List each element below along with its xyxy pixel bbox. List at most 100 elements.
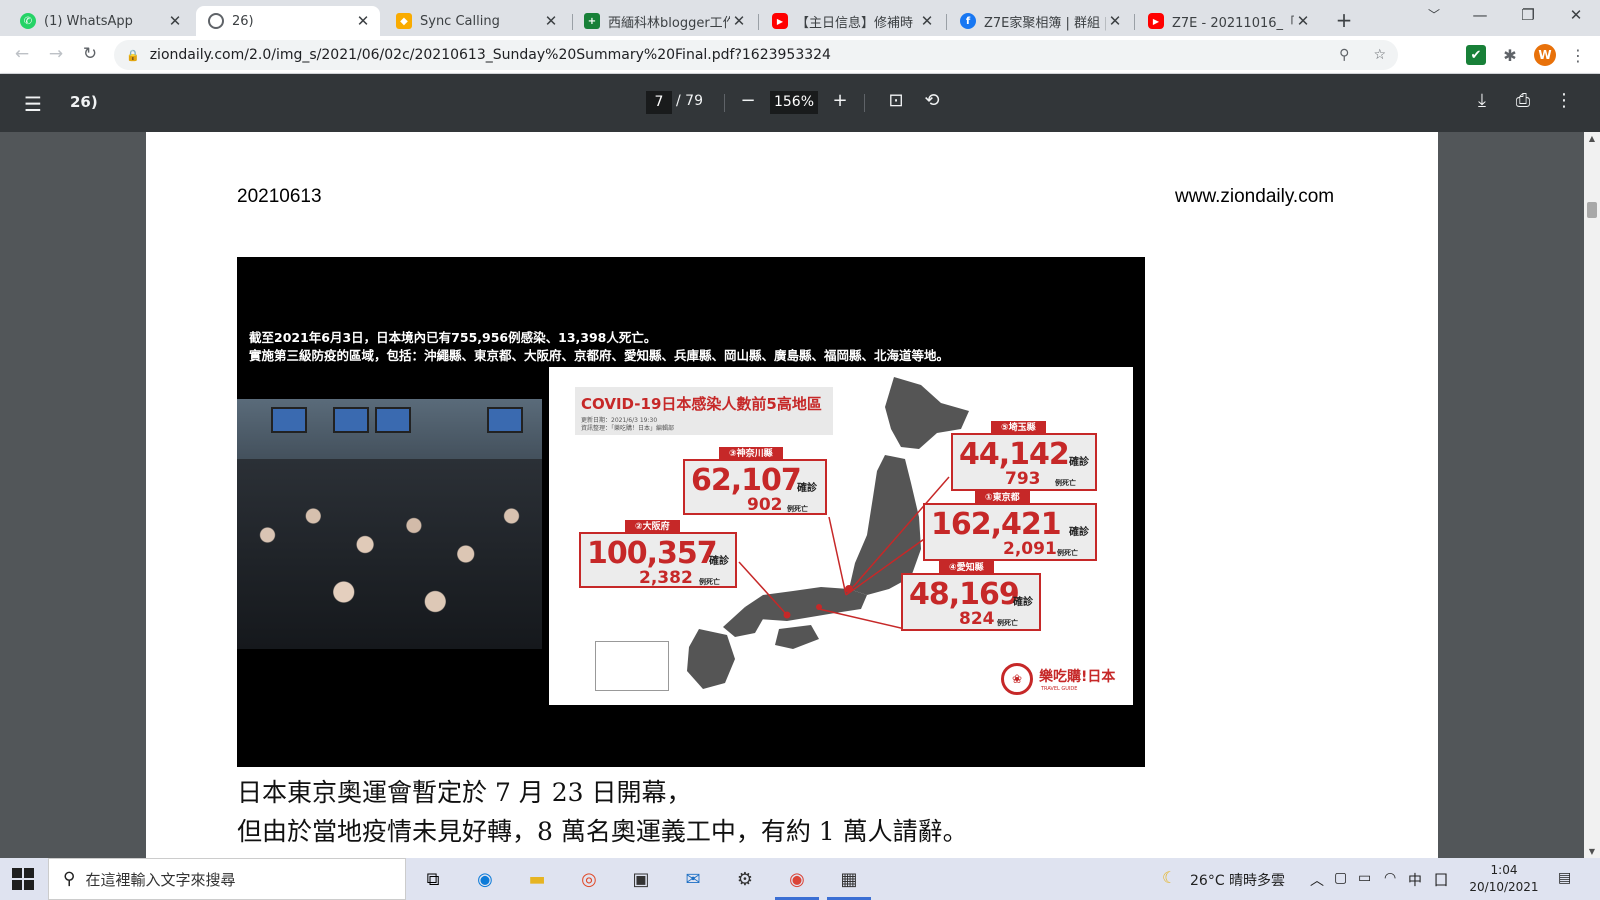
rotate-icon[interactable]: ⟲	[920, 90, 944, 111]
pdf-viewer[interactable]: 20210613 www.ziondaily.com 截至2021年6月3日，日…	[0, 132, 1584, 858]
brand-logo: ❀ 樂吃購!日本 TRAVEL GUIDE	[1001, 663, 1115, 695]
station-display	[487, 407, 523, 433]
wifi-icon[interactable]: ◠	[1384, 870, 1396, 886]
settings-gear-icon[interactable]: ⚙	[730, 864, 760, 894]
toolbar-divider	[724, 94, 725, 112]
close-icon[interactable]: ✕	[730, 12, 748, 30]
region-box-tokyo: ①東京都 162,421 確診 2,091 例死亡	[923, 491, 1097, 561]
region-box-kanagawa: ③神奈川縣 62,107 確診 902 例死亡	[683, 447, 827, 515]
chrome-icon[interactable]: ◉	[775, 864, 819, 900]
chromium-app-icon[interactable]: ◎	[574, 864, 604, 894]
close-icon[interactable]: ✕	[354, 12, 372, 30]
confirmed-unit: 確診	[1069, 457, 1089, 468]
weather-text[interactable]: 26°C 晴時多雲	[1190, 870, 1285, 890]
google-sheets-icon: +	[584, 13, 600, 29]
zoom-level-input[interactable]: 156%	[770, 91, 818, 114]
pdf-toolbar: ☰ 26) 7 / 79 − 156% + ⊡ ⟲ ⤓ ⎙ ⋮	[0, 74, 1600, 132]
page-number-input[interactable]: 7	[646, 91, 672, 114]
tab-search-chevron-icon[interactable]: ﹀	[1414, 6, 1454, 23]
extensions-puzzle-icon[interactable]: ✱	[1500, 45, 1520, 65]
close-icon[interactable]: ✕	[1294, 12, 1312, 30]
url-text[interactable]: ziondaily.com/2.0/img_s/2021/06/02c/2021…	[150, 47, 1327, 63]
region-cases: 62,107	[691, 463, 802, 498]
close-icon[interactable]: ✕	[918, 12, 936, 30]
region-box-aichi: ④愛知縣 48,169 確診 824 例死亡	[901, 561, 1041, 631]
page-header-site: www.ziondaily.com	[1175, 186, 1335, 207]
brand-subtitle: TRAVEL GUIDE	[1041, 686, 1078, 692]
forward-button[interactable]: →	[44, 44, 68, 64]
confirmed-unit: 確診	[797, 483, 817, 494]
region-label: ③神奈川縣	[719, 447, 783, 461]
death-unit: 例死亡	[1057, 549, 1078, 557]
taskbar-clock[interactable]: 1:04 20/10/2021	[1466, 862, 1542, 896]
tab-youtube-z7e[interactable]: ▶ Z7E - 20211016_「利 ✕	[1136, 6, 1320, 36]
tab-separator	[758, 14, 759, 30]
file-explorer-icon[interactable]: ▬	[522, 864, 552, 894]
vertical-scrollbar[interactable]: ▲ ▼	[1584, 132, 1600, 858]
ime-indicator[interactable]: 中	[1408, 870, 1422, 890]
news-figure: 截至2021年6月3日，日本境內已有755,956例感染、13,398人死亡。 …	[237, 257, 1145, 767]
close-icon[interactable]: ✕	[542, 12, 560, 30]
print-icon[interactable]: ⎙	[1511, 90, 1535, 111]
profile-avatar[interactable]: W	[1534, 44, 1556, 66]
fit-to-page-icon[interactable]: ⊡	[884, 90, 908, 111]
zoom-out-icon[interactable]: −	[736, 90, 760, 111]
reload-button[interactable]: ↻	[78, 44, 102, 64]
weather-moon-icon[interactable]: ☾	[1162, 868, 1176, 887]
toolbar-divider	[864, 94, 865, 112]
back-button[interactable]: ←	[10, 44, 34, 64]
tab-title: Z7E - 20211016_「利	[1172, 15, 1294, 31]
station-display	[375, 407, 411, 433]
close-window-button[interactable]: ✕	[1556, 6, 1596, 24]
page-total: / 79	[676, 93, 703, 109]
tab-active-document[interactable]: 26) ✕	[196, 6, 380, 36]
tray-overflow-icon[interactable]: ︿	[1310, 870, 1324, 890]
new-tab-button[interactable]: +	[1332, 8, 1356, 32]
edge-browser-icon[interactable]: ◉	[470, 864, 500, 894]
minimize-button[interactable]: —	[1460, 6, 1500, 24]
death-unit: 例死亡	[787, 505, 808, 513]
scroll-down-arrow-icon[interactable]: ▼	[1584, 847, 1600, 856]
zoom-icon[interactable]: ⚲	[1339, 47, 1349, 63]
more-options-icon[interactable]: ⋮	[1552, 90, 1576, 111]
tab-google-sheets[interactable]: + 西緬科林blogger工作 ✕	[572, 6, 756, 36]
death-unit: 例死亡	[997, 619, 1018, 627]
whatsapp-icon: ✆	[20, 13, 36, 29]
death-unit: 例死亡	[1055, 479, 1076, 487]
omnibox[interactable]: 🔒 ziondaily.com/2.0/img_s/2021/06/02c/20…	[114, 40, 1398, 70]
confirmed-unit: 確診	[1069, 527, 1089, 538]
tab-separator	[946, 14, 947, 30]
windows-taskbar: ⚲ 在這裡輸入文字來搜尋 ⧉ ◉ ▬ ◎ ▣ ✉ ⚙ ◉ ▦ ☾ 26°C 晴時…	[0, 858, 1600, 900]
bookmark-star-icon[interactable]: ☆	[1373, 47, 1386, 63]
store-icon[interactable]: ▣	[626, 864, 656, 894]
japan-covid-map: COVID-19日本感染人數前5高地區 更新日期：2021/6/3 19:30 …	[549, 367, 1133, 705]
close-icon[interactable]: ✕	[166, 12, 184, 30]
tab-sync-calling[interactable]: ◆ Sync Calling ✕	[384, 6, 568, 36]
tab-youtube-sermon[interactable]: ▶ 【主日信息】修補時 ✕	[760, 6, 944, 36]
zoom-in-icon[interactable]: +	[828, 90, 852, 111]
windows-start-icon[interactable]	[12, 868, 34, 890]
scrollbar-thumb[interactable]	[1587, 202, 1597, 218]
tab-whatsapp[interactable]: ✆ (1) WhatsApp ✕	[8, 6, 192, 36]
tab-title: 西緬科林blogger工作	[608, 15, 730, 31]
scroll-up-arrow-icon[interactable]: ▲	[1584, 134, 1600, 143]
mail-icon[interactable]: ✉	[678, 864, 708, 894]
region-label: ⑤埼玉縣	[991, 421, 1046, 435]
task-view-icon[interactable]: ⧉	[418, 864, 448, 894]
clock-time: 1:04	[1490, 863, 1518, 877]
region-label: ②大阪府	[625, 520, 680, 534]
hamburger-menu-icon[interactable]: ☰	[24, 92, 42, 116]
caption-line: 實施第三級防疫的區域，包括：沖繩縣、東京都、大阪府、京都府、愛知縣、兵庫縣、岡山…	[249, 348, 950, 363]
restore-button[interactable]: ❐	[1508, 6, 1548, 24]
taskbar-search-box[interactable]: ⚲ 在這裡輸入文字來搜尋	[48, 858, 406, 900]
notifications-icon[interactable]: ▤	[1558, 870, 1571, 886]
download-icon[interactable]: ⤓	[1470, 90, 1494, 111]
checkmark-extension-icon[interactable]: ✔	[1466, 45, 1486, 65]
browser-menu-icon[interactable]: ⋮	[1568, 45, 1588, 65]
calculator-icon[interactable]: ▦	[827, 864, 871, 900]
battery-icon[interactable]: ▭	[1358, 870, 1371, 886]
tab-facebook-group[interactable]: f Z7E家聚相簿 | 群組 | ✕	[948, 6, 1132, 36]
ime-mode-icon[interactable]: 囗	[1434, 870, 1448, 890]
tray-device-icon[interactable]: ▢	[1334, 870, 1347, 886]
close-icon[interactable]: ✕	[1106, 12, 1124, 30]
